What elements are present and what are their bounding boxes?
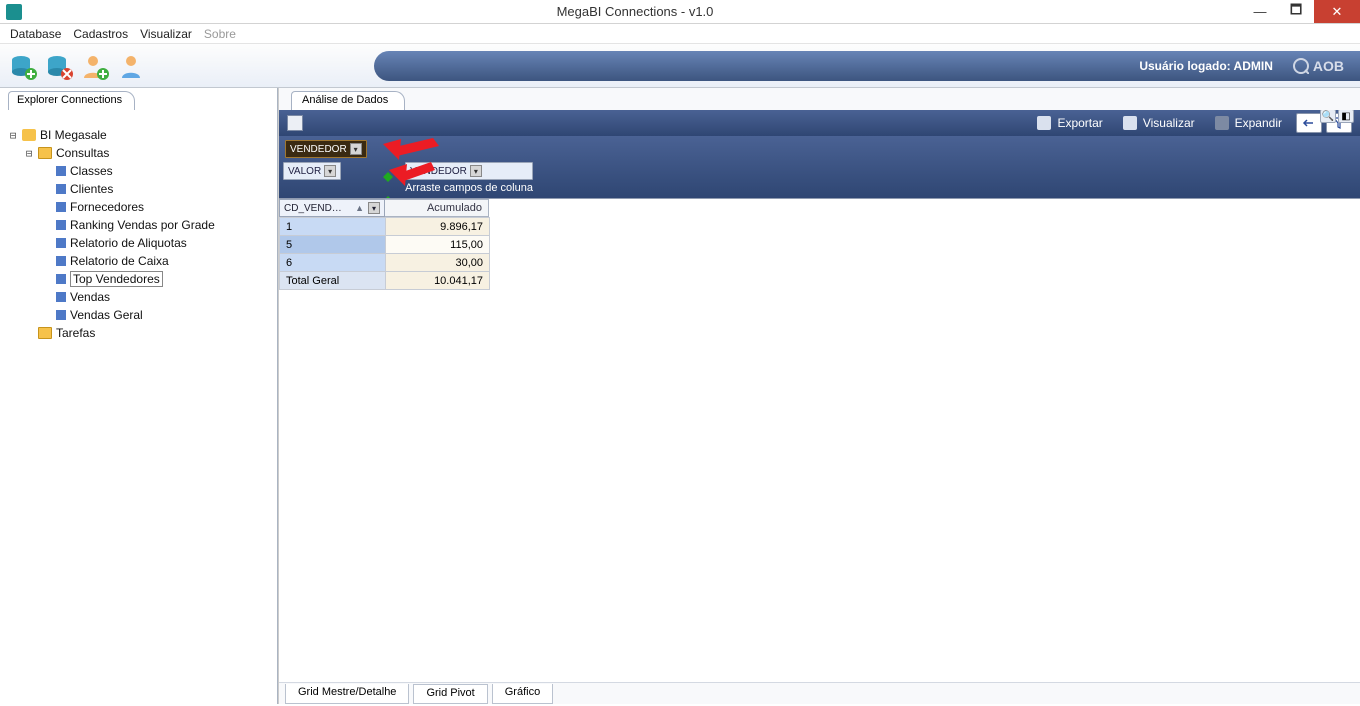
sort-asc-icon[interactable]: ▲ — [355, 203, 364, 213]
cube-icon — [56, 238, 66, 248]
explorer-tree[interactable]: ⊟BI Megasale ⊟Consultas Classes Clientes… — [0, 110, 277, 704]
row-value: 9.896,17 — [386, 218, 490, 236]
menu-database[interactable]: Database — [6, 27, 65, 41]
undo-button[interactable] — [1296, 113, 1322, 133]
cube-icon — [56, 202, 66, 212]
explorer-tab[interactable]: Explorer Connections — [8, 91, 135, 110]
expandir-button[interactable]: Expandir — [1205, 116, 1292, 130]
tree-item-caixa[interactable]: Relatorio de Caixa — [56, 252, 273, 270]
row-value: 115,00 — [386, 236, 490, 254]
analysis-panel: Análise de Dados Exportar Visualizar Exp… — [278, 88, 1360, 704]
folder-icon — [38, 147, 52, 159]
row-key: 5 — [280, 236, 386, 254]
app-icon — [6, 4, 22, 20]
tree-consultas-label: Consultas — [56, 146, 109, 160]
tree-root-label: BI Megasale — [40, 128, 107, 142]
red-arrow-annotation — [373, 136, 443, 186]
total-value: 10.041,17 — [386, 272, 490, 290]
tab-grid-pivot[interactable]: Grid Pivot — [413, 684, 487, 704]
tab-grid-mestre[interactable]: Grid Mestre/Detalhe — [285, 684, 409, 704]
tree-tarefas[interactable]: Tarefas — [24, 324, 273, 342]
cube-icon — [56, 292, 66, 302]
explorer-search-icon[interactable]: 🔍 — [1320, 109, 1336, 123]
tree-item-aliquotas[interactable]: Relatorio de Aliquotas — [56, 234, 273, 252]
minimize-button[interactable]: — — [1242, 0, 1278, 23]
tree-item-vendasgeral[interactable]: Vendas Geral — [56, 306, 273, 324]
explorer-pin-icon[interactable]: ◧ — [1338, 109, 1354, 123]
tree-item-classes[interactable]: Classes — [56, 162, 273, 180]
table-total-row: Total Geral10.041,17 — [280, 272, 490, 290]
pivot-grid[interactable]: CD_VENDEDOR ▲ ▾ Acumulado 19.896,175115,… — [279, 198, 1360, 682]
table-row[interactable]: 630,00 — [280, 254, 490, 272]
cube-icon — [56, 310, 66, 320]
cube-icon — [56, 184, 66, 194]
table-row[interactable]: 19.896,17 — [280, 218, 490, 236]
table-row[interactable]: 5115,00 — [280, 236, 490, 254]
filter-chip-vendedor[interactable]: VENDEDOR ▾ — [285, 140, 367, 158]
logged-user-label: Usuário logado: ADMIN — [1139, 59, 1273, 73]
menu-sobre[interactable]: Sobre — [200, 27, 240, 41]
exportar-button[interactable]: Exportar — [1027, 116, 1112, 130]
analysis-toolbar: Exportar Visualizar Expandir — [279, 110, 1360, 136]
pivot-rowfield-header[interactable]: CD_VENDEDOR ▲ ▾ — [279, 199, 385, 217]
tab-grafico[interactable]: Gráfico — [492, 684, 553, 704]
explorer-panel: Explorer Connections 🔍 ◧ ⊟BI Megasale ⊟C… — [0, 88, 278, 704]
main-toolbar: Usuário logado: ADMIN AOB — [0, 44, 1360, 88]
preview-icon — [1123, 116, 1137, 130]
chevron-down-icon[interactable]: ▾ — [350, 143, 362, 155]
row-key: 6 — [280, 254, 386, 272]
chevron-down-icon[interactable]: ▾ — [324, 165, 336, 177]
save-icon[interactable] — [287, 115, 303, 131]
maximize-button[interactable]: 🗖 — [1278, 0, 1314, 23]
user-add-icon[interactable] — [80, 51, 110, 81]
cube-icon — [56, 166, 66, 176]
cube-icon — [56, 274, 66, 284]
tree-item-ranking[interactable]: Ranking Vendas por Grade — [56, 216, 273, 234]
db-add-icon[interactable] — [8, 51, 38, 81]
tree-item-fornecedores[interactable]: Fornecedores — [56, 198, 273, 216]
data-chip-valor[interactable]: VALOR ▾ — [283, 162, 341, 180]
window-titlebar: MegaBI Connections - v1.0 — 🗖 ✕ — [0, 0, 1360, 24]
expand-icon — [1215, 116, 1229, 130]
tree-item-clientes[interactable]: Clientes — [56, 180, 273, 198]
row-value: 30,00 — [386, 254, 490, 272]
menu-cadastros[interactable]: Cadastros — [69, 27, 132, 41]
tree-consultas[interactable]: ⊟Consultas — [24, 144, 273, 162]
pivot-value-header[interactable]: Acumulado — [385, 199, 489, 217]
menu-bar: Database Cadastros Visualizar Sobre — [0, 24, 1360, 44]
chevron-down-icon[interactable]: ▾ — [368, 202, 380, 214]
tree-item-vendas[interactable]: Vendas — [56, 288, 273, 306]
analysis-tab[interactable]: Análise de Dados — [291, 91, 405, 110]
view-mode-tabs: Grid Mestre/Detalhe Grid Pivot Gráfico — [279, 682, 1360, 704]
row-key: 1 — [280, 218, 386, 236]
visualizar-button[interactable]: Visualizar — [1113, 116, 1205, 130]
tree-item-topvend[interactable]: Top Vendedores — [56, 270, 273, 288]
close-button[interactable]: ✕ — [1314, 0, 1360, 23]
database-icon — [22, 129, 36, 141]
pivot-config-area: VENDEDOR ▾ VALOR ▾ VENDEDOR ▾ Arraste ca… — [279, 136, 1360, 198]
tree-root[interactable]: ⊟BI Megasale — [8, 126, 273, 144]
db-delete-icon[interactable] — [44, 51, 74, 81]
user-status-bar: Usuário logado: ADMIN AOB — [374, 51, 1360, 81]
menu-visualizar[interactable]: Visualizar — [136, 27, 196, 41]
chevron-down-icon[interactable]: ▾ — [470, 165, 482, 177]
window-title: MegaBI Connections - v1.0 — [28, 4, 1242, 19]
cube-icon — [56, 220, 66, 230]
user-icon[interactable] — [116, 51, 146, 81]
total-label: Total Geral — [280, 272, 386, 290]
export-icon — [1037, 116, 1051, 130]
pivot-data-table: 19.896,175115,00630,00Total Geral10.041,… — [279, 217, 490, 290]
brand-logo: AOB — [1293, 58, 1344, 74]
cube-icon — [56, 256, 66, 266]
folder-icon — [38, 327, 52, 339]
